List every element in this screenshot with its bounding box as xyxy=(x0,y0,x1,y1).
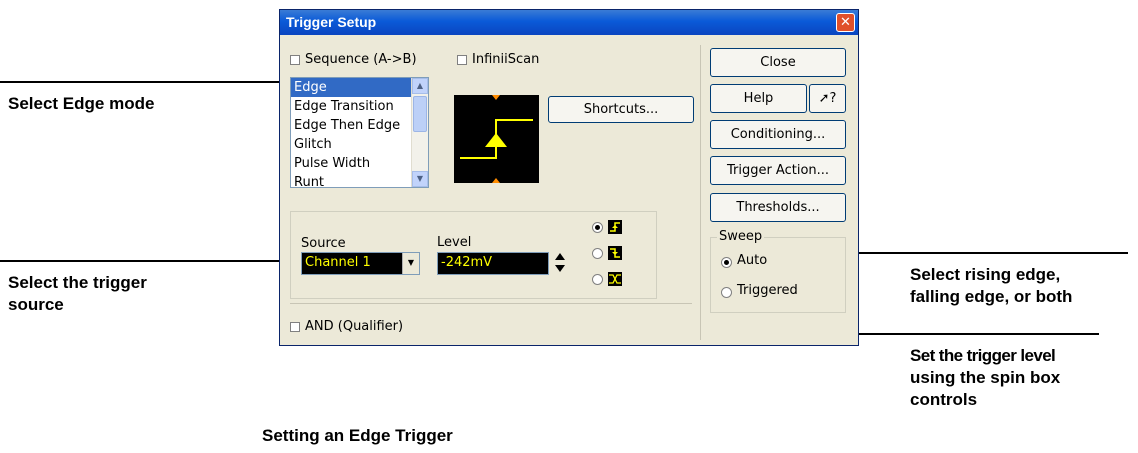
trigger-source-annotation-1: Select the trigger xyxy=(8,273,147,292)
scroll-up-icon[interactable]: ▲ xyxy=(412,78,428,94)
shortcuts-button[interactable]: Shortcuts... xyxy=(548,96,694,123)
sequence-checkbox[interactable]: Sequence (A->B) xyxy=(290,52,417,67)
whats-this-button[interactable]: ➚? xyxy=(809,84,846,113)
edge-mode-annotation: Select Edge mode xyxy=(8,94,155,113)
conditioning-button[interactable]: Conditioning... xyxy=(710,120,846,149)
help-button[interactable]: Help xyxy=(710,84,807,113)
infiniiscan-label: InfiniiScan xyxy=(472,52,540,67)
falling-edge-icon[interactable] xyxy=(608,246,622,260)
rising-edge-icon[interactable] xyxy=(608,220,622,234)
level-annotation-3: controls xyxy=(910,390,978,409)
figure-caption: Setting an Edge Trigger xyxy=(262,426,453,445)
level-label: Level xyxy=(437,235,472,250)
sweep-label: Sweep xyxy=(717,229,765,244)
list-item-runt[interactable]: Runt xyxy=(291,173,428,192)
scroll-thumb[interactable] xyxy=(413,96,427,132)
level-annotation-1: Set the trigger level xyxy=(910,346,1056,365)
rising-edge-radio[interactable] xyxy=(592,222,603,233)
and-qualifier-checkbox[interactable]: AND (Qualifier) xyxy=(290,319,403,334)
list-scrollbar[interactable]: ▲ ▼ xyxy=(411,78,428,187)
level-value: -242mV xyxy=(441,255,493,270)
list-item-glitch[interactable]: Glitch xyxy=(291,135,428,154)
and-qualifier-label: AND (Qualifier) xyxy=(305,319,404,334)
slope-annotation-1: Select rising edge, xyxy=(910,265,1061,284)
trigger-setup-dialog: Trigger Setup ✕ Sequence (A->B) InfiniiS… xyxy=(279,9,859,346)
rising-edge-preview-icon xyxy=(460,95,533,183)
column-divider xyxy=(700,45,701,340)
close-button[interactable]: Close xyxy=(710,48,846,77)
sweep-auto-label[interactable]: Auto xyxy=(737,253,767,268)
list-item-pulse-width[interactable]: Pulse Width xyxy=(291,154,428,173)
trigger-action-button[interactable]: Trigger Action... xyxy=(710,156,846,185)
trigger-source-annotation-2: source xyxy=(8,295,64,314)
source-level-group: Source Channel 1 ▼ Level -242mV xyxy=(290,211,657,299)
infiniiscan-checkbox[interactable]: InfiniiScan xyxy=(457,52,539,67)
falling-edge-radio[interactable] xyxy=(592,248,603,259)
checkbox-box xyxy=(290,321,300,332)
chevron-down-icon[interactable]: ▼ xyxy=(402,253,419,274)
sweep-auto-radio[interactable] xyxy=(721,257,732,268)
source-value: Channel 1 xyxy=(305,255,371,270)
list-item-edge[interactable]: Edge xyxy=(291,78,428,97)
either-edge-icon[interactable] xyxy=(608,272,622,286)
edge-mode-leader xyxy=(0,81,292,83)
whats-this-label: ? xyxy=(829,91,837,106)
checkbox-box xyxy=(457,54,467,65)
list-item-edge-transition[interactable]: Edge Transition xyxy=(291,97,428,116)
checkbox-box xyxy=(290,54,300,65)
spin-arrows-icon[interactable] xyxy=(553,250,567,276)
dialog-title: Trigger Setup xyxy=(286,14,377,30)
sweep-group: Sweep Auto Triggered xyxy=(710,229,846,313)
title-bar: Trigger Setup ✕ xyxy=(280,10,858,35)
trigger-mode-list[interactable]: Edge Edge Transition Edge Then Edge Glit… xyxy=(290,77,429,190)
level-input[interactable]: -242mV xyxy=(437,252,549,275)
sweep-triggered-label[interactable]: Triggered xyxy=(737,283,798,298)
scroll-down-icon[interactable]: ▼ xyxy=(412,171,428,187)
thresholds-button[interactable]: Thresholds... xyxy=(710,193,846,222)
either-edge-radio[interactable] xyxy=(592,274,603,285)
list-item-edge-then-edge[interactable]: Edge Then Edge xyxy=(291,116,428,135)
level-spin-control[interactable] xyxy=(553,250,567,276)
source-leader xyxy=(0,260,300,262)
edge-trigger-preview xyxy=(454,95,539,183)
and-separator xyxy=(290,303,692,304)
pointer-help-icon: ➚ xyxy=(818,91,830,106)
level-annotation-2: using the spin box xyxy=(910,368,1061,387)
source-dropdown[interactable]: Channel 1 ▼ xyxy=(301,252,420,275)
sweep-triggered-radio[interactable] xyxy=(721,287,732,298)
sequence-label: Sequence (A->B) xyxy=(305,52,417,67)
slope-annotation-2: falling edge, or both xyxy=(910,287,1073,306)
source-label: Source xyxy=(301,236,346,251)
close-icon[interactable]: ✕ xyxy=(836,13,855,32)
